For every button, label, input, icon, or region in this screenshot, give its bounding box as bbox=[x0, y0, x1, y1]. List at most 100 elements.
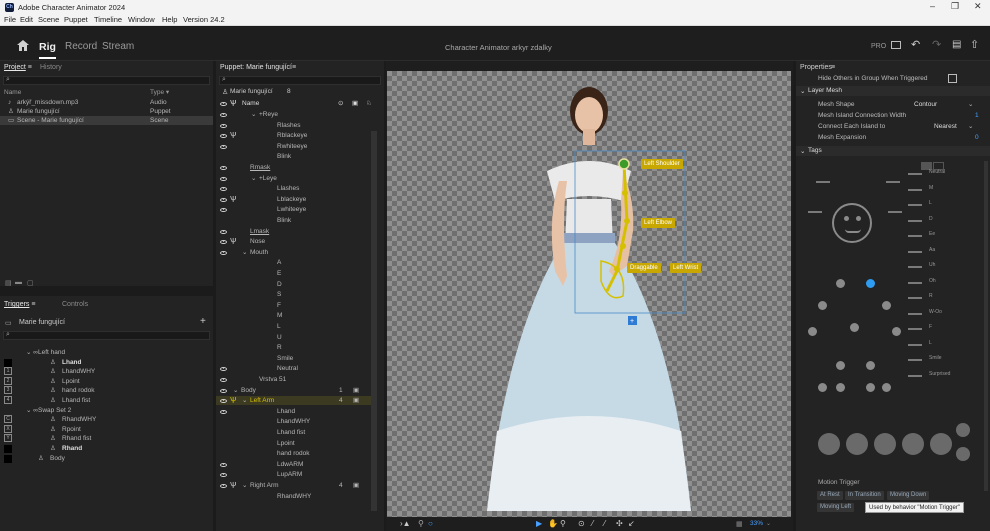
motion-tag[interactable]: Moving Down bbox=[887, 491, 930, 500]
eye-tag[interactable] bbox=[844, 216, 849, 221]
scrollbar[interactable] bbox=[371, 131, 377, 511]
trigger-color-swatch[interactable] bbox=[4, 358, 12, 367]
chevron-down-icon[interactable]: ⌄ bbox=[242, 396, 247, 405]
warp-independently-icon[interactable]: Ѱ bbox=[230, 195, 236, 204]
tab-triggers[interactable]: Triggers bbox=[4, 301, 29, 308]
puppet-tab[interactable]: Puppet: Marie fungující bbox=[220, 64, 292, 71]
origin-tool-icon[interactable]: ⊙ bbox=[578, 519, 585, 528]
visibility-icon[interactable] bbox=[220, 166, 227, 170]
elbow-tag[interactable] bbox=[882, 301, 891, 310]
layer-mesh-header[interactable]: ⌄ Layer Mesh bbox=[796, 86, 990, 96]
trigger-row[interactable]: 3 ♙ hand rodok bbox=[0, 386, 213, 395]
motion-tag[interactable]: At Rest bbox=[817, 491, 843, 500]
layer-row[interactable]: ⌄ +Reye bbox=[216, 110, 371, 119]
puppet-arrow-icon[interactable]: ›▲ bbox=[400, 519, 411, 528]
layer-row[interactable]: ⌄ Mouth bbox=[216, 248, 371, 257]
share-icon[interactable]: ⇧ bbox=[970, 38, 979, 51]
visibility-icon[interactable] bbox=[220, 367, 227, 372]
eyebrow-tag[interactable] bbox=[886, 181, 900, 183]
knee-tag[interactable] bbox=[836, 361, 845, 370]
mouth-shape-icon[interactable] bbox=[908, 188, 922, 191]
link-icon[interactable]: ⚲ bbox=[418, 519, 424, 528]
trigger-key[interactable]: 2 bbox=[4, 376, 12, 385]
layer-row[interactable]: U bbox=[216, 333, 371, 342]
visibility-icon[interactable] bbox=[220, 378, 227, 382]
connect-select[interactable]: Nearest bbox=[934, 123, 957, 130]
trigger-row[interactable]: ♙ Lhand bbox=[0, 358, 213, 367]
layer-row[interactable]: E bbox=[216, 269, 371, 278]
warp-independently-icon[interactable]: Ѱ bbox=[230, 237, 236, 246]
motion-tag[interactable]: Moving Left bbox=[817, 503, 855, 512]
visibility-icon[interactable] bbox=[220, 123, 227, 128]
mouth-shape-icon[interactable] bbox=[908, 250, 922, 253]
scrollbar[interactable] bbox=[984, 161, 988, 491]
stick-tool-icon[interactable]: ⁄ bbox=[604, 519, 605, 528]
elbow-tag[interactable] bbox=[818, 301, 827, 310]
layer-row[interactable]: Ѱ ⌄ Right Arm 4 ▣ bbox=[216, 481, 371, 490]
chevron-down-icon[interactable]: ⌄ bbox=[251, 110, 256, 119]
mouth-shape-icon[interactable] bbox=[908, 312, 922, 315]
warp-independently-icon[interactable]: Ѱ bbox=[230, 481, 236, 490]
menu-puppet[interactable]: Puppet bbox=[64, 15, 88, 24]
mouth-shape-icon[interactable] bbox=[908, 343, 922, 346]
visibility-icon[interactable] bbox=[220, 144, 227, 149]
face-tag[interactable] bbox=[902, 433, 924, 455]
face-tag[interactable] bbox=[874, 433, 896, 455]
visibility-icon[interactable] bbox=[220, 250, 227, 255]
face-tag[interactable] bbox=[818, 433, 840, 455]
chevron-down-icon[interactable]: ⌄ bbox=[766, 520, 771, 527]
tab-controls[interactable]: Controls bbox=[62, 301, 88, 308]
mouth-shape-icon[interactable] bbox=[908, 297, 922, 299]
mouth-shape-icon[interactable] bbox=[908, 359, 922, 361]
mouth-tag-label[interactable]: Oh bbox=[929, 278, 936, 284]
visibility-icon[interactable] bbox=[220, 176, 227, 181]
trigger-key[interactable]: 1 bbox=[4, 367, 12, 376]
mesh-shape-select[interactable]: Contour bbox=[914, 101, 937, 108]
mouth-tag-label[interactable]: L bbox=[929, 340, 932, 346]
trigger-key[interactable]: C bbox=[4, 415, 12, 424]
zoom-level[interactable]: 33% bbox=[750, 520, 763, 527]
trigger-row[interactable]: ⌄ ∞ Left hand bbox=[0, 348, 213, 357]
layer-row[interactable]: Lmask bbox=[216, 227, 371, 236]
shoulder-tag-selected[interactable] bbox=[866, 279, 875, 288]
minimize-icon[interactable]: – bbox=[930, 1, 935, 11]
visibility-icon[interactable] bbox=[220, 113, 227, 117]
layer-row[interactable]: Lhand fist bbox=[216, 428, 371, 437]
menu-timeline[interactable]: Timeline bbox=[94, 15, 122, 24]
trigger-search-input[interactable]: ⌕ bbox=[3, 331, 210, 340]
layer-row[interactable]: Ѱ ⌄ Left Arm 4 ▣ bbox=[216, 396, 371, 406]
mouth-tag[interactable] bbox=[845, 229, 861, 233]
fit-icon[interactable]: ▦ bbox=[736, 520, 743, 528]
mouth-tag-label[interactable]: M bbox=[929, 185, 933, 191]
visibility-icon[interactable] bbox=[220, 229, 227, 234]
undo-icon[interactable]: ↶ bbox=[911, 38, 920, 51]
chevron-down-icon[interactable]: ⌄ bbox=[251, 174, 256, 183]
mouth-tag-label[interactable]: Neutral bbox=[929, 169, 945, 175]
face-tag[interactable] bbox=[956, 423, 970, 437]
folder-icon[interactable]: ▬ bbox=[15, 279, 22, 286]
mouth-tag-label[interactable]: Surprised bbox=[929, 371, 950, 377]
close-icon[interactable]: ✕ bbox=[974, 1, 982, 12]
panel-menu-icon[interactable]: ≡ bbox=[31, 301, 35, 308]
project-item[interactable]: ♙ Marie fungující Puppet bbox=[0, 107, 213, 116]
mouth-tag-label[interactable]: Aa bbox=[929, 247, 935, 253]
chevron-down-icon[interactable]: ⌄ bbox=[233, 386, 238, 395]
mouth-shape-icon[interactable] bbox=[908, 328, 922, 330]
face-tag[interactable] bbox=[956, 447, 970, 461]
head-tag-icon[interactable] bbox=[832, 203, 872, 243]
mouth-shape-icon[interactable] bbox=[908, 204, 922, 206]
face-tag[interactable] bbox=[930, 433, 952, 455]
layer-row[interactable]: Blink bbox=[216, 152, 371, 161]
knee-tag[interactable] bbox=[866, 361, 875, 370]
island-width-value[interactable]: 1 bbox=[975, 112, 979, 119]
layer-row[interactable]: Rmask bbox=[216, 163, 371, 172]
column-type[interactable]: Type ▾ bbox=[150, 88, 169, 97]
mouth-tag-label[interactable]: Ee bbox=[929, 231, 935, 237]
mouth-tag-label[interactable]: W-Oo bbox=[929, 309, 942, 315]
mouth-tag-label[interactable]: L bbox=[929, 200, 932, 206]
restore-icon[interactable]: ❐ bbox=[951, 1, 959, 12]
layer-row[interactable]: S bbox=[216, 290, 371, 299]
visibility-icon[interactable] bbox=[220, 484, 227, 488]
layer-row[interactable]: ⌄ Body 1 ▣ bbox=[216, 386, 371, 395]
puppet-stage[interactable]: + Left Shoulder Left Elbow Draggable Lef… bbox=[387, 71, 791, 517]
